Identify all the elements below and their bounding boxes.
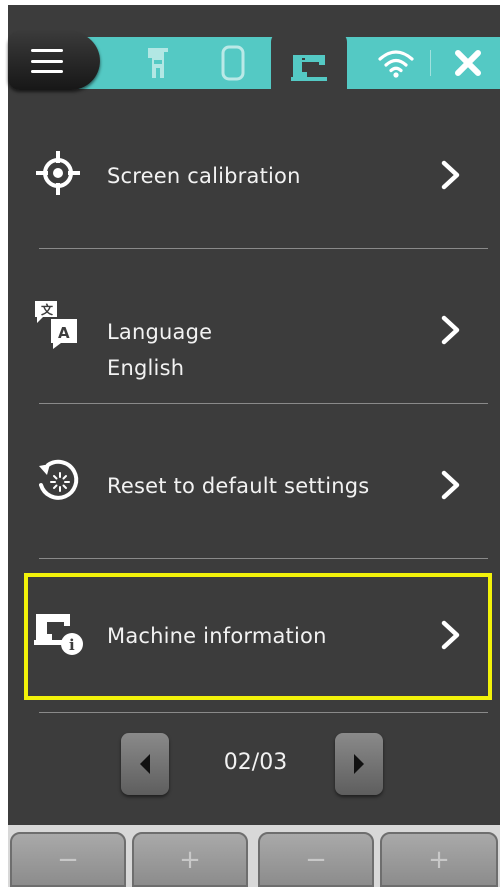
plus-icon: +: [179, 844, 201, 875]
settings-item-label: Screen calibration: [107, 164, 301, 188]
menu-button[interactable]: [8, 32, 100, 90]
crosshair-target-icon: [30, 145, 86, 201]
settings-item-language[interactable]: 文 A Language English: [8, 290, 500, 390]
right-plus-key[interactable]: +: [380, 832, 498, 887]
left-plus-key[interactable]: +: [132, 832, 248, 887]
right-minus-key[interactable]: −: [258, 832, 374, 887]
settings-item-reset-defaults[interactable]: Reset to default settings: [8, 445, 500, 521]
sewing-machine-icon: [291, 55, 327, 81]
divider: [39, 712, 488, 713]
reset-icon: [30, 453, 86, 509]
minus-icon: −: [57, 844, 79, 875]
screen: Screen calibration 文 A Language English: [8, 5, 500, 887]
minus-icon: −: [305, 844, 327, 875]
chevron-right-icon: [441, 315, 460, 345]
settings-item-value: English: [107, 356, 185, 380]
settings-item-label: Language: [107, 320, 213, 344]
presser-foot-icon: [148, 48, 168, 78]
tab-machine-settings[interactable]: [271, 32, 347, 94]
divider: [39, 248, 488, 249]
chevron-right-icon: [441, 470, 460, 500]
next-page-button[interactable]: [335, 733, 383, 795]
selection-highlight: [24, 573, 492, 700]
translate-icon: 文 A: [30, 296, 86, 352]
hamburger-menu-icon: [31, 49, 63, 73]
close-icon: [455, 50, 481, 76]
svg-text:文: 文: [41, 302, 54, 317]
embroidery-hoop-icon: [221, 45, 245, 81]
divider: [39, 558, 488, 559]
tab-separator: [430, 50, 431, 76]
left-minus-key[interactable]: −: [10, 832, 126, 887]
plus-icon: +: [428, 844, 450, 875]
previous-page-button[interactable]: [121, 733, 169, 795]
top-tab-bar: [8, 32, 500, 94]
divider: [39, 403, 488, 404]
close-button[interactable]: [438, 40, 498, 86]
settings-item-screen-calibration[interactable]: Screen calibration: [8, 135, 500, 211]
triangle-right-icon: [354, 754, 364, 774]
chevron-right-icon: [441, 160, 460, 190]
tab-presser-foot[interactable]: [128, 40, 188, 86]
wifi-icon: [378, 50, 414, 78]
triangle-left-icon: [140, 754, 150, 774]
hardware-key-bar: − + − +: [8, 825, 500, 887]
page-indicator: 02/03: [223, 750, 288, 775]
settings-item-label: Reset to default settings: [107, 474, 370, 498]
tab-wifi[interactable]: [363, 40, 429, 86]
svg-text:A: A: [58, 324, 70, 342]
tab-embroidery-hoop[interactable]: [203, 40, 263, 86]
